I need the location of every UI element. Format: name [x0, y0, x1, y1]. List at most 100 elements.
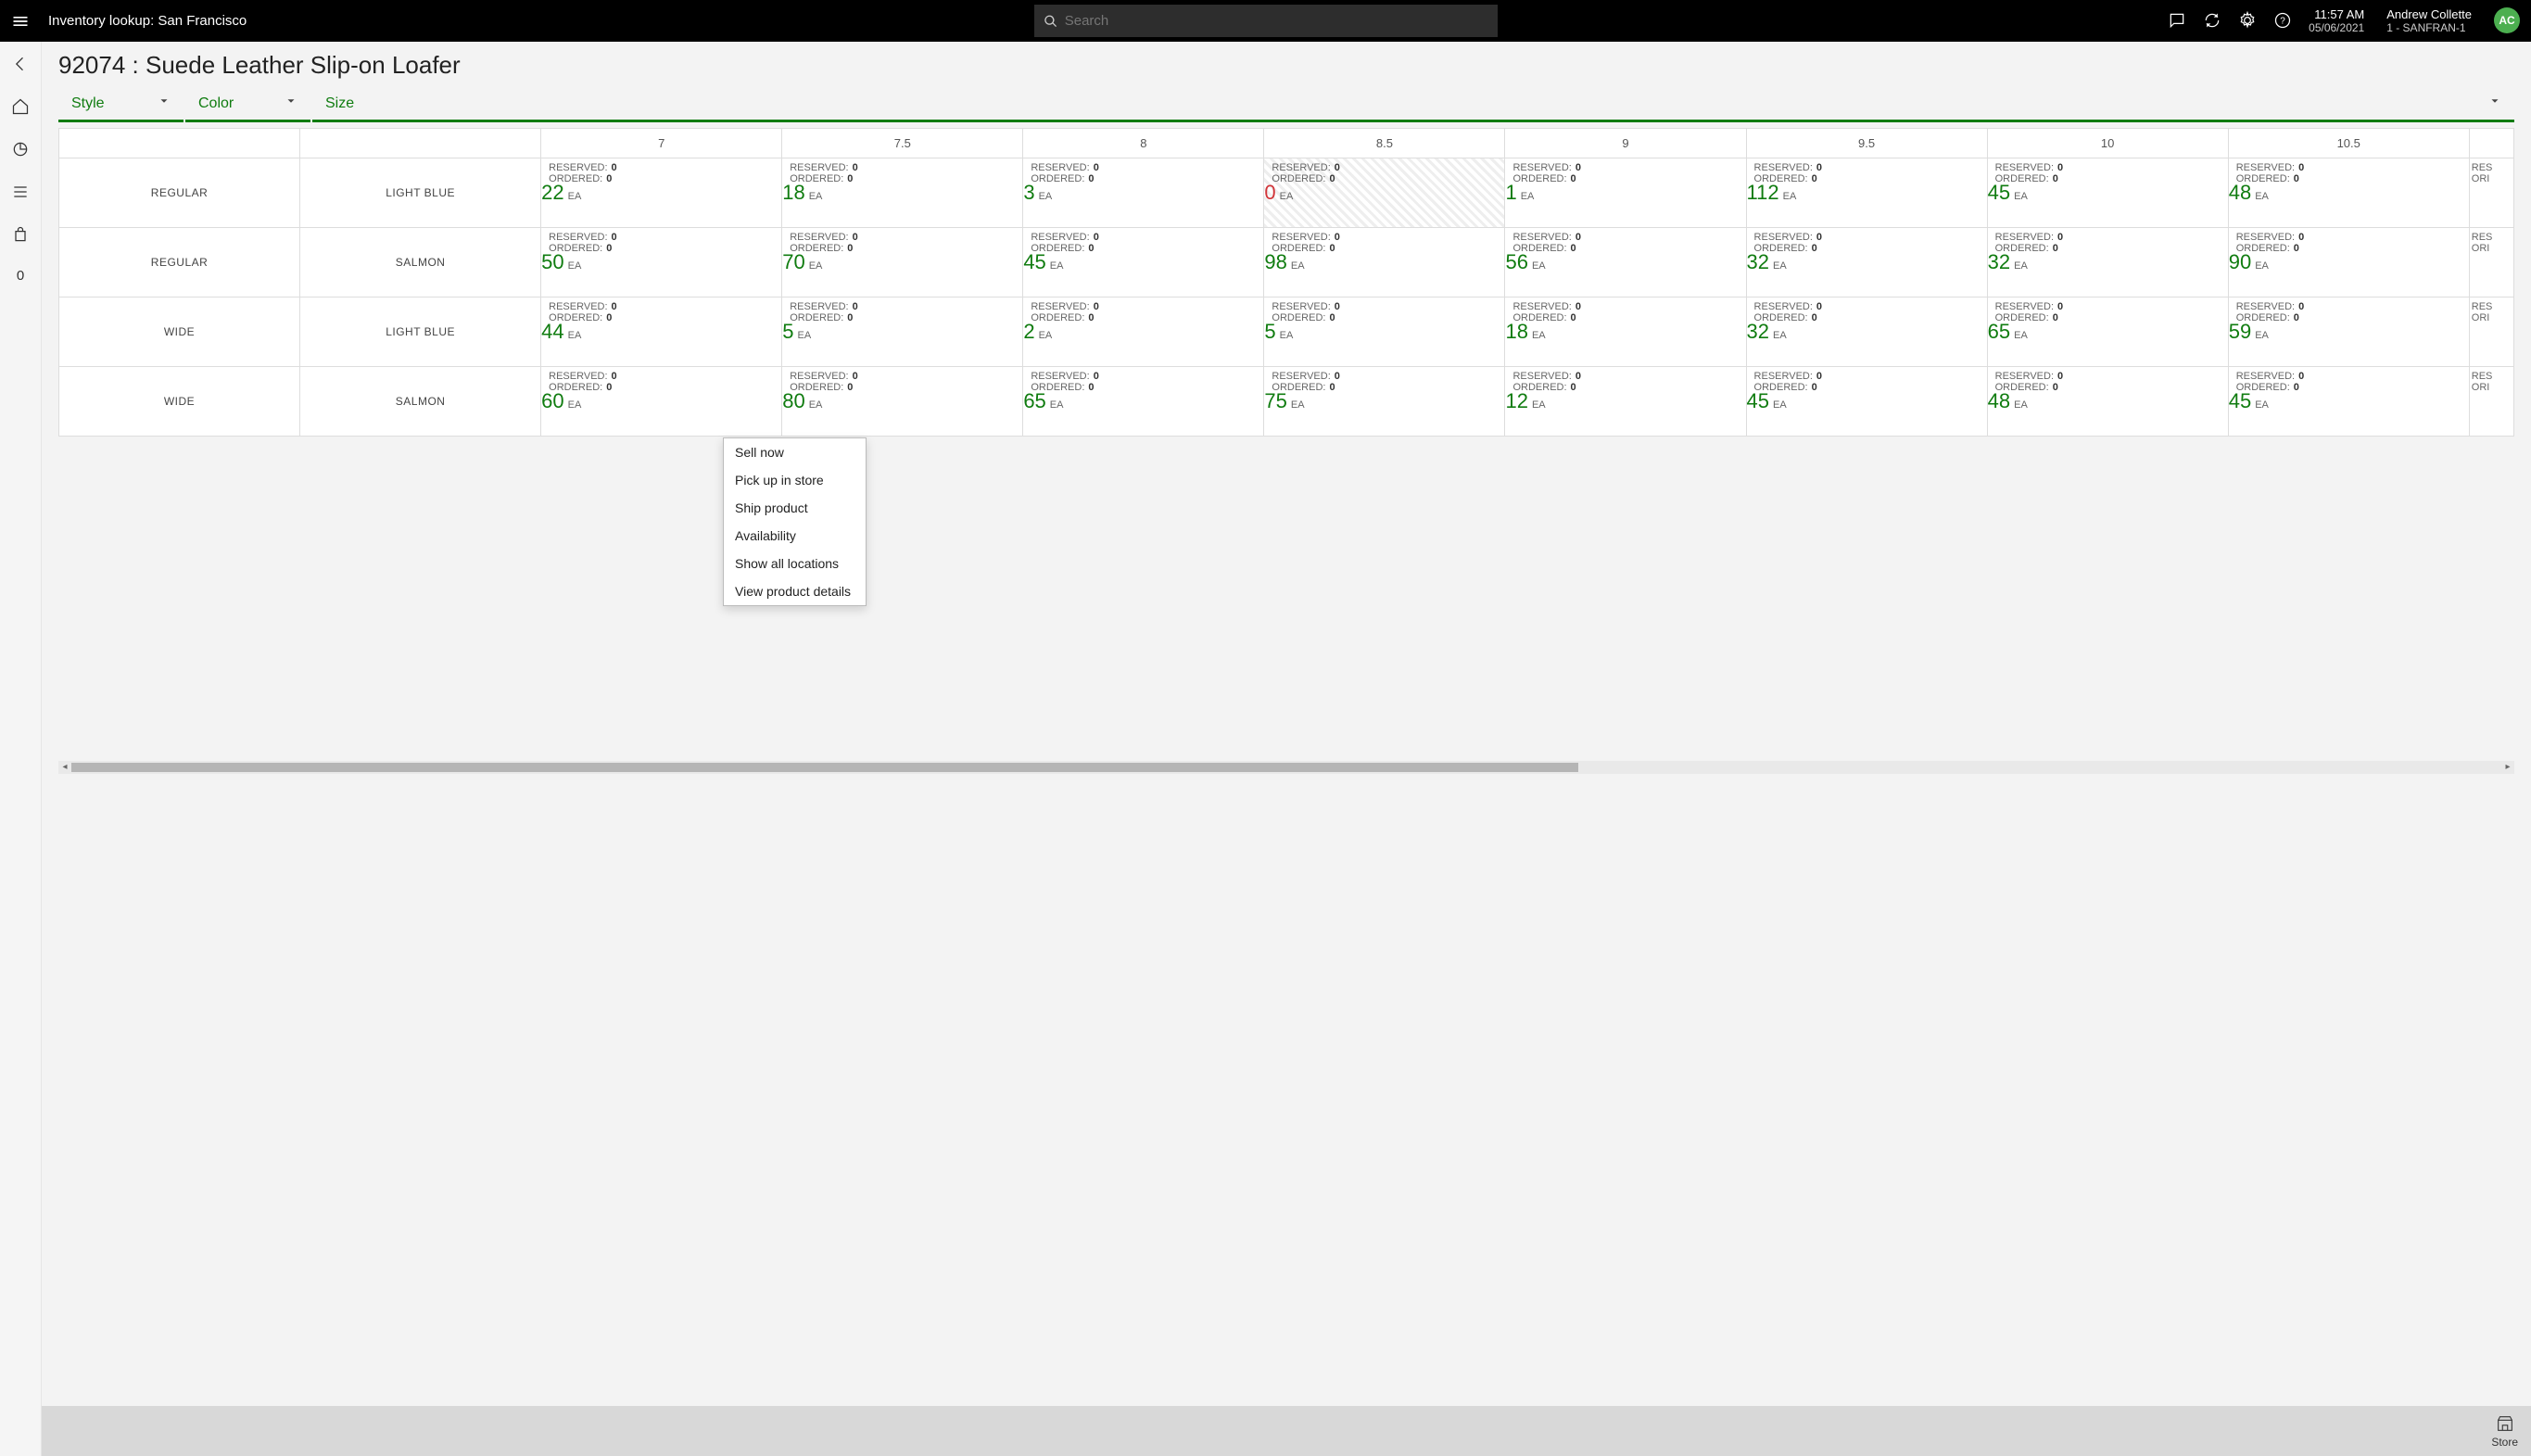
inventory-cell[interactable]: RESERVED:0ORDERED:090EA [2228, 228, 2469, 298]
reserved-value: 0 [612, 162, 617, 173]
unit-label: EA [568, 399, 582, 411]
unit-label: EA [809, 399, 823, 411]
inventory-cell[interactable]: RESERVED:0ORDERED:050EA [541, 228, 782, 298]
inventory-cell[interactable]: RESERVED:0ORDERED:098EA [1264, 228, 1505, 298]
inventory-cell[interactable]: RESERVED:0ORDERED:048EA [1987, 367, 2228, 437]
reserved-value: 0 [1335, 301, 1340, 312]
avatar[interactable]: AC [2494, 7, 2520, 33]
size-header-partial [2469, 129, 2513, 158]
reserved-label: RESERVED: [1031, 301, 1089, 312]
inventory-cell[interactable]: RESERVED:0ORDERED:075EA [1264, 367, 1505, 437]
inventory-cell[interactable]: RESERVED:0ORDERED:044EA [541, 298, 782, 367]
horizontal-scrollbar[interactable]: ◂ ▸ [58, 761, 2514, 774]
inventory-cell[interactable]: RESERVED:0ORDERED:045EA [1987, 158, 2228, 228]
reserved-label: RESERVED: [790, 301, 848, 312]
inventory-cell[interactable]: RESERVED:0ORDERED:045EA [1023, 228, 1264, 298]
reserved-label: RESERVED: [1754, 162, 1813, 173]
pie-icon[interactable] [11, 140, 30, 158]
inventory-cell[interactable]: RESERVED:0ORDERED:048EA [2228, 158, 2469, 228]
user-name: Andrew Collette [2386, 7, 2472, 22]
inventory-cell[interactable]: RESERVED:0ORDERED:045EA [1746, 367, 1987, 437]
ordered-label-partial: ORI [2472, 312, 2490, 323]
inventory-cell[interactable]: RESERVED:0ORDERED:0112EA [1746, 158, 1987, 228]
unit-label: EA [2255, 260, 2269, 272]
size-header: 7.5 [782, 129, 1023, 158]
reserved-label: RESERVED: [790, 371, 848, 382]
unit-label: EA [1532, 330, 1546, 341]
unit-label: EA [2014, 330, 2028, 341]
refresh-icon[interactable] [2203, 11, 2221, 30]
available-value: 3 [1023, 181, 1034, 205]
cart-count[interactable]: 0 [17, 268, 24, 284]
inventory-cell[interactable]: RESERVED:0ORDERED:018EA [1505, 298, 1746, 367]
scroll-left-arrow[interactable]: ◂ [58, 762, 71, 772]
inventory-cell[interactable]: RESERVED:0ORDERED:056EA [1505, 228, 1746, 298]
unit-label: EA [1291, 399, 1305, 411]
filter-size[interactable]: Size [312, 87, 2514, 122]
grid-scroll[interactable]: 77.588.599.51010.5 REGULARLIGHT BLUERESE… [58, 128, 2514, 437]
back-icon[interactable] [11, 55, 30, 73]
context-menu-item[interactable]: Show all locations [724, 550, 866, 577]
context-menu-item[interactable]: Pick up in store [724, 466, 866, 494]
context-menu-item[interactable]: Ship product [724, 494, 866, 522]
inventory-cell[interactable]: RESERVED:0ORDERED:05EA [782, 298, 1023, 367]
filter-color[interactable]: Color [185, 87, 310, 122]
available-value: 45 [1988, 181, 2010, 205]
available-value: 56 [1505, 250, 1527, 274]
date-text: 05/06/2021 [2309, 21, 2364, 34]
context-menu-item[interactable]: Availability [724, 522, 866, 550]
reserved-value: 0 [2057, 301, 2063, 312]
inventory-cell[interactable]: RESERVED:0ORDERED:02EA [1023, 298, 1264, 367]
scroll-thumb[interactable] [71, 763, 1578, 772]
inventory-cell[interactable]: RESERVED:0ORDERED:065EA [1987, 298, 2228, 367]
size-header: 10 [1987, 129, 2228, 158]
inventory-cell[interactable]: RESERVED:0ORDERED:032EA [1746, 228, 1987, 298]
inventory-cell[interactable]: RESERVED:0ORDERED:032EA [1746, 298, 1987, 367]
scroll-right-arrow[interactable]: ▸ [2501, 762, 2514, 772]
inventory-cell[interactable]: RESERVED:0ORDERED:045EA [2228, 367, 2469, 437]
inventory-cell[interactable]: RESERVED:0ORDERED:070EA [782, 228, 1023, 298]
grid-wrap: 77.588.599.51010.5 REGULARLIGHT BLUERESE… [42, 122, 2531, 761]
hamburger-menu[interactable] [7, 8, 33, 34]
grid-row: REGULARLIGHT BLUERESERVED:0ORDERED:022EA… [59, 158, 2514, 228]
inventory-cell[interactable]: RESERVED:0ORDERED:065EA [1023, 367, 1264, 437]
search-input[interactable] [1065, 13, 1488, 29]
scroll-track[interactable] [71, 763, 2501, 772]
footer-bar: Store [42, 1406, 2531, 1456]
context-menu-item[interactable]: View product details [724, 577, 866, 605]
inventory-cell[interactable]: RESERVED:0ORDERED:018EA [782, 158, 1023, 228]
search-box[interactable] [1034, 5, 1498, 37]
home-icon[interactable] [11, 97, 30, 116]
context-menu-item[interactable]: Sell now [724, 438, 866, 466]
grid-header-row: 77.588.599.51010.5 [59, 129, 2514, 158]
gear-icon[interactable] [2238, 11, 2257, 30]
reserved-label: RESERVED: [2236, 232, 2295, 243]
reserved-label: RESERVED: [2236, 162, 2295, 173]
reserved-value: 0 [2298, 162, 2304, 173]
reserved-value: 0 [2298, 232, 2304, 243]
inventory-cell[interactable]: RESERVED:0ORDERED:00EA [1264, 158, 1505, 228]
bag-icon[interactable] [11, 225, 30, 244]
inventory-cell[interactable]: RESERVED:0ORDERED:012EA [1505, 367, 1746, 437]
inventory-cell-partial: RESORI [2469, 298, 2513, 367]
reserved-label: RESERVED: [1754, 371, 1813, 382]
inventory-cell[interactable]: RESERVED:0ORDERED:01EA [1505, 158, 1746, 228]
grid-corner-style [59, 129, 300, 158]
unit-label: EA [1783, 191, 1797, 202]
inventory-cell[interactable]: RESERVED:0ORDERED:080EA [782, 367, 1023, 437]
inventory-cell[interactable]: RESERVED:0ORDERED:022EA [541, 158, 782, 228]
filter-style[interactable]: Style [58, 87, 183, 122]
inventory-cell[interactable]: RESERVED:0ORDERED:060EA [541, 367, 782, 437]
inventory-cell[interactable]: RESERVED:0ORDERED:032EA [1987, 228, 2228, 298]
unit-label: EA [2255, 191, 2269, 202]
footer-store-button[interactable]: Store [2491, 1413, 2518, 1449]
list-icon[interactable] [11, 183, 30, 201]
help-icon[interactable]: ? [2273, 11, 2292, 30]
inventory-cell[interactable]: RESERVED:0ORDERED:03EA [1023, 158, 1264, 228]
available-value: 2 [1023, 320, 1034, 344]
search-icon [1044, 14, 1057, 29]
inventory-cell[interactable]: RESERVED:0ORDERED:05EA [1264, 298, 1505, 367]
reserved-value: 0 [1335, 371, 1340, 382]
chat-icon[interactable] [2168, 11, 2186, 30]
inventory-cell[interactable]: RESERVED:0ORDERED:059EA [2228, 298, 2469, 367]
